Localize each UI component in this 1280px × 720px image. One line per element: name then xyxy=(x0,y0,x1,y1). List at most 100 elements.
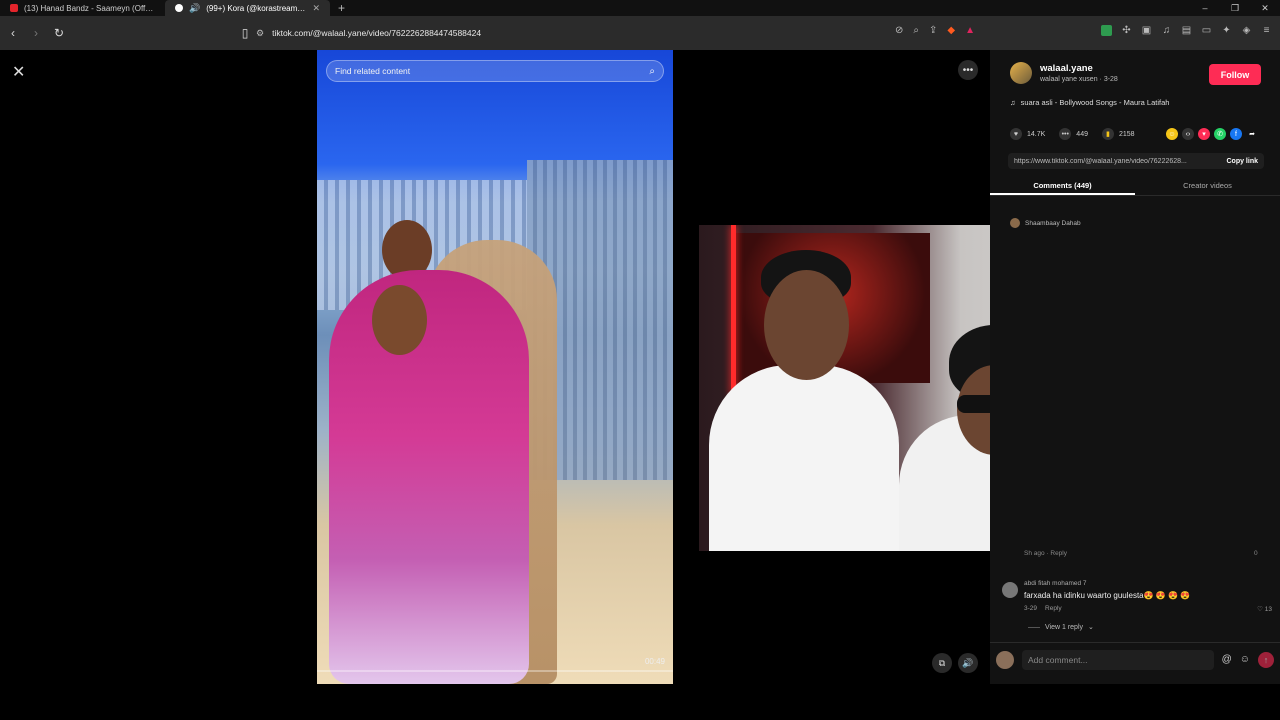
omnibox-actions: ⊘ ⌕ ⇪ ◆ ▲ xyxy=(895,25,975,36)
send-comment-icon[interactable]: ↑ xyxy=(1258,651,1274,668)
sidebar-icon[interactable]: ▤ xyxy=(1181,25,1192,36)
video-progress-bar[interactable] xyxy=(317,670,673,672)
author-username[interactable]: walaal.yane xyxy=(1040,63,1118,74)
screenshot-icon[interactable]: ▣ xyxy=(1141,25,1152,36)
comment-text: farxada ha idinku waarto guulesta😍 😍 😍 😍 xyxy=(1024,591,1191,600)
search-placeholder: Find related content xyxy=(335,66,411,76)
emoji-icon[interactable]: ☺ xyxy=(1240,654,1250,665)
tab-creator-videos[interactable]: Creator videos xyxy=(1135,176,1280,195)
music-note-icon: ♫ xyxy=(1010,98,1016,107)
close-tab-icon[interactable]: ✕ xyxy=(312,3,320,14)
commenter-avatar[interactable] xyxy=(1002,582,1018,598)
translate-icon[interactable]: ⊘ xyxy=(895,25,903,36)
current-user-avatar xyxy=(996,650,1014,669)
view-replies-button[interactable]: View 1 reply ⌄ xyxy=(1028,623,1094,631)
video-timecode: 00:49 xyxy=(644,657,665,666)
comment-button[interactable]: ••• 449 xyxy=(1059,128,1088,140)
browser-tab-strip: (13) Hanad Bandz - Saameyn (Officia 🔊 (9… xyxy=(0,0,1280,16)
related-search-input[interactable]: Find related content ⌕ xyxy=(326,60,664,82)
close-window-button[interactable]: ✕ xyxy=(1250,0,1280,16)
commenter-avatar[interactable] xyxy=(1010,218,1020,228)
copy-link-row: https://www.tiktok.com/@walaal.yane/vide… xyxy=(1008,153,1264,169)
add-comment-input[interactable]: Add comment... xyxy=(1022,649,1214,670)
media-icon[interactable]: ♫ xyxy=(1161,25,1172,36)
commenter-name[interactable]: Shaambaay Dahab xyxy=(1025,220,1081,227)
heart-icon: ♥ xyxy=(1010,128,1022,140)
puzzle-icon[interactable]: ✣ xyxy=(1121,25,1132,36)
mention-icon[interactable]: @ xyxy=(1222,654,1232,665)
author-subtitle: walaal yane xusen · 3-28 xyxy=(1040,76,1118,83)
new-tab-button[interactable]: + xyxy=(330,1,353,15)
site-info-icon[interactable]: ⚙ xyxy=(256,28,264,39)
comment-like-count: 13 xyxy=(1264,606,1272,613)
like-count: 14.7K xyxy=(1027,130,1046,138)
divider xyxy=(1028,626,1040,628)
comment-partial-top: Shaambaay Dahab xyxy=(1010,218,1081,228)
comment-icon: ••• xyxy=(1059,128,1072,140)
comment-partial-likes: 0 xyxy=(1254,550,1258,557)
follow-button[interactable]: Follow xyxy=(1209,64,1261,85)
emoji-share-icon[interactable]: ☺ xyxy=(1166,128,1178,140)
brave-shield-icon[interactable]: ◆ xyxy=(947,25,955,36)
browser-tab-tiktok[interactable]: 🔊 (99+) Kora (@korastream9) | T ✕ xyxy=(165,0,330,16)
youtube-icon xyxy=(10,4,18,12)
zoom-icon[interactable]: ⌕ xyxy=(913,25,919,36)
volume-icon[interactable]: 🔊 xyxy=(958,653,978,673)
vpn-icon[interactable]: ◈ xyxy=(1241,25,1252,36)
comment-count: 449 xyxy=(1076,130,1088,138)
author-info[interactable]: walaal.yane walaal yane xusen · 3-28 xyxy=(1010,62,1118,84)
video-details-panel: walaal.yane walaal yane xusen · 3-28 Fol… xyxy=(990,50,1280,684)
embed-icon[interactable]: ‹› xyxy=(1182,128,1194,140)
leo-icon[interactable]: ✦ xyxy=(1221,25,1232,36)
tab-comments[interactable]: Comments (449) xyxy=(990,176,1135,195)
facebook-icon[interactable]: f xyxy=(1230,128,1242,140)
tiktok-icon xyxy=(175,4,183,12)
add-comment-placeholder: Add comment... xyxy=(1028,654,1088,665)
extension-icons: ✣ ▣ ♫ ▤ ▭ ✦ ◈ ≡ xyxy=(1101,25,1272,36)
engagement-actions: ♥ 14.7K ••• 449 ▮ 2158 xyxy=(1010,128,1135,140)
panel-tabs: Comments (449) Creator videos xyxy=(990,176,1280,196)
url-text: tiktok.com/@walaal.yane/video/7622262884… xyxy=(272,28,482,38)
browser-tab-youtube[interactable]: (13) Hanad Bandz - Saameyn (Officia xyxy=(0,0,165,16)
share-options: ☺ ‹› ▾ ✆ f ➦ xyxy=(1166,128,1258,140)
share-page-icon[interactable]: ⇪ xyxy=(929,25,937,36)
speaker-icon: 🔊 xyxy=(189,2,201,13)
send-friends-icon[interactable]: ▾ xyxy=(1198,128,1210,140)
reply-button[interactable]: Reply xyxy=(1045,605,1062,612)
save-button[interactable]: ▮ 2158 xyxy=(1101,128,1135,140)
commenter-name[interactable]: abdi fitah mohamed 7 xyxy=(1024,580,1087,587)
led-light-strip xyxy=(731,225,736,395)
like-button[interactable]: ♥ 14.7K xyxy=(1010,128,1045,140)
close-video-icon[interactable]: ✕ xyxy=(12,62,25,82)
more-share-icon[interactable]: ➦ xyxy=(1246,128,1258,140)
reload-icon[interactable]: ↻ xyxy=(49,23,69,43)
comment-like-button[interactable]: ♡ 13 xyxy=(1257,605,1272,613)
back-icon[interactable]: ‹ xyxy=(3,23,23,43)
search-icon[interactable]: ⌕ xyxy=(649,66,655,77)
video-player[interactable]: 00:49 xyxy=(317,50,673,684)
maximize-button[interactable]: ❐ xyxy=(1220,0,1250,16)
floating-player-icon[interactable]: ⧉ xyxy=(932,653,952,673)
minimize-button[interactable]: – xyxy=(1190,0,1220,16)
author-avatar[interactable] xyxy=(1010,62,1032,84)
window-controls: – ❐ ✕ xyxy=(1190,0,1280,16)
video-link-text: https://www.tiktok.com/@walaal.yane/vide… xyxy=(1014,157,1187,165)
music-info[interactable]: ♫ suara asli - Bollywood Songs - Maura L… xyxy=(1010,98,1169,107)
menu-icon[interactable]: ≡ xyxy=(1261,25,1272,36)
bookmark-icon[interactable]: ▯ xyxy=(235,23,255,43)
comment-meta: 3-29 Reply xyxy=(1024,605,1062,612)
brave-rewards-icon[interactable]: ▲ xyxy=(965,25,975,36)
add-comment-bar: Add comment... @ ☺ ↑ xyxy=(990,642,1280,676)
copy-link-button[interactable]: Copy link xyxy=(1226,158,1258,165)
letterbox-bottom xyxy=(0,684,1280,720)
more-options-icon[interactable]: ••• xyxy=(958,60,978,80)
forward-icon[interactable]: › xyxy=(26,23,46,43)
heart-outline-icon: ♡ xyxy=(1257,606,1263,613)
tab-label: (99+) Kora (@korastream9) | T xyxy=(206,3,307,13)
save-count: 2158 xyxy=(1118,130,1135,138)
video-scene-woman-face xyxy=(372,285,427,355)
extension-green-icon[interactable] xyxy=(1101,25,1112,36)
whatsapp-icon[interactable]: ✆ xyxy=(1214,128,1226,140)
address-bar[interactable]: ⚙ tiktok.com/@walaal.yane/video/76222628… xyxy=(256,23,976,43)
wallet-icon[interactable]: ▭ xyxy=(1201,25,1212,36)
